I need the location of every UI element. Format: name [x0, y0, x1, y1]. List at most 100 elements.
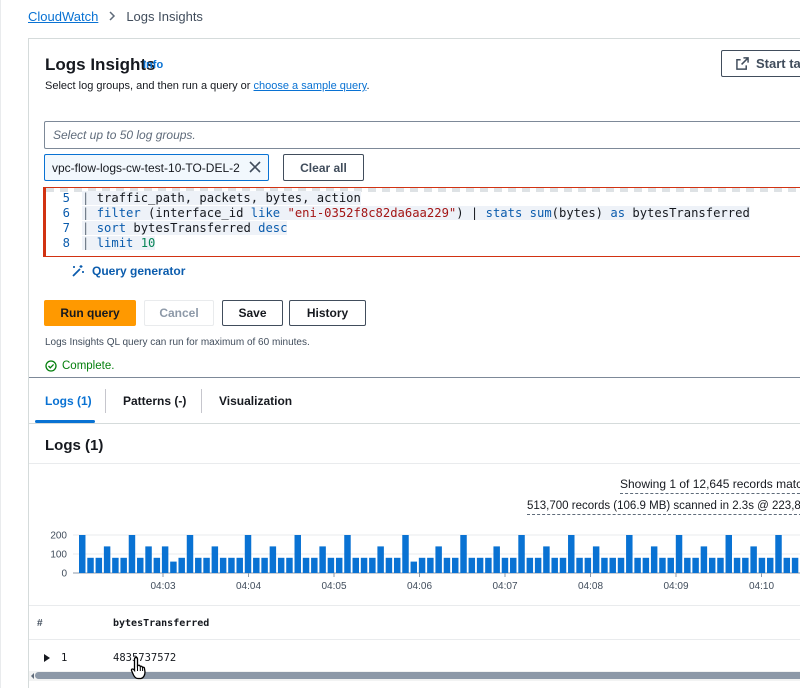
histogram-bar[interactable]	[526, 557, 534, 573]
histogram-bar[interactable]	[493, 546, 500, 573]
histogram-bar[interactable]	[733, 557, 741, 573]
histogram-bar[interactable]	[435, 546, 442, 573]
histogram-bar[interactable]	[791, 557, 799, 573]
histogram-bar[interactable]	[103, 546, 111, 573]
histogram-bar[interactable]	[302, 557, 310, 573]
records-scanned-text[interactable]: 513,700 records (106.9 MB) scanned in 2.…	[527, 500, 800, 512]
histogram-bar[interactable]	[485, 557, 492, 573]
histogram-bar[interactable]	[145, 546, 152, 573]
column-header-bytes-transferred[interactable]: bytesTransferred	[113, 618, 209, 629]
histogram-bar[interactable]	[476, 557, 484, 573]
cancel-button[interactable]: Cancel	[144, 300, 214, 326]
histogram-bar[interactable]	[609, 557, 616, 573]
histogram-bar[interactable]	[427, 557, 434, 573]
histogram-bar[interactable]	[195, 557, 202, 573]
histogram-bar[interactable]	[335, 557, 343, 573]
histogram-bar[interactable]	[725, 535, 732, 573]
info-link[interactable]: Info	[143, 59, 163, 71]
histogram-bar[interactable]	[128, 535, 136, 573]
histogram-bar[interactable]	[344, 535, 351, 573]
histogram-bar[interactable]	[708, 557, 716, 573]
histogram-bar[interactable]	[87, 557, 94, 573]
clear-all-button[interactable]: Clear all	[283, 154, 364, 181]
histogram-bar[interactable]	[186, 535, 194, 573]
log-group-select-input[interactable]: Select up to 50 log groups.	[44, 121, 800, 149]
histogram-bar[interactable]	[112, 557, 119, 573]
tab-logs[interactable]: Logs (1)	[45, 394, 92, 408]
histogram-bar[interactable]	[617, 557, 625, 573]
histogram-bar[interactable]	[650, 546, 658, 573]
histogram-bar[interactable]	[750, 546, 757, 573]
histogram-bar[interactable]	[758, 557, 766, 573]
run-query-button[interactable]: Run query	[44, 300, 136, 326]
breadcrumb-cloudwatch-link[interactable]: CloudWatch	[28, 9, 98, 24]
save-button[interactable]: Save	[222, 300, 283, 326]
tab-visualization[interactable]: Visualization	[219, 394, 292, 408]
sample-query-link[interactable]: choose a sample query	[254, 80, 367, 92]
histogram-bar[interactable]	[95, 557, 103, 573]
histogram-bar[interactable]	[153, 557, 161, 573]
histogram-bar[interactable]	[568, 535, 575, 573]
histogram-bar[interactable]	[410, 561, 418, 573]
histogram-bar[interactable]	[277, 557, 285, 573]
histogram-bar[interactable]	[418, 557, 426, 573]
history-button[interactable]: History	[289, 300, 366, 326]
histogram-bar[interactable]	[717, 557, 724, 573]
histogram-bar[interactable]	[170, 561, 177, 573]
histogram-bar[interactable]	[261, 557, 268, 573]
histogram-bar[interactable]	[360, 557, 368, 573]
histogram-bar[interactable]	[592, 546, 600, 573]
histogram-bar[interactable]	[161, 546, 169, 573]
query-generator-button[interactable]: Query generator	[71, 264, 185, 278]
histogram-bar[interactable]	[393, 557, 401, 573]
histogram-bar[interactable]	[369, 557, 376, 573]
histogram-bar[interactable]	[684, 557, 691, 573]
tab-patterns[interactable]: Patterns (-)	[123, 394, 186, 408]
start-tailing-button[interactable]: Start tai	[721, 50, 800, 77]
histogram-bar[interactable]	[228, 557, 235, 573]
histogram-bar[interactable]	[551, 557, 558, 573]
histogram-bar[interactable]	[452, 557, 459, 573]
histogram-bar[interactable]	[402, 535, 409, 573]
histogram-bar[interactable]	[311, 557, 318, 573]
histogram-bar[interactable]	[253, 557, 260, 573]
histogram-bar[interactable]	[518, 535, 525, 573]
histogram-bar[interactable]	[742, 557, 749, 573]
histogram-bar[interactable]	[269, 546, 277, 573]
histogram-bar[interactable]	[443, 557, 451, 573]
scrollbar-thumb[interactable]	[35, 672, 800, 679]
histogram-bar[interactable]	[137, 557, 144, 573]
histogram-bar[interactable]	[692, 557, 699, 573]
histogram-bar[interactable]	[385, 557, 393, 573]
histogram-bar[interactable]	[219, 557, 227, 573]
close-icon[interactable]	[249, 161, 261, 173]
histogram-bar[interactable]	[468, 557, 476, 573]
histogram-bar[interactable]	[766, 557, 774, 573]
histogram-bar[interactable]	[634, 557, 641, 573]
query-editor[interactable]: 5 | traffic_path, packets, bytes, action …	[43, 187, 800, 257]
histogram-bar[interactable]	[244, 535, 252, 573]
histogram-bar[interactable]	[601, 557, 608, 573]
histogram-bar[interactable]	[319, 546, 326, 573]
histogram-bar[interactable]	[286, 557, 293, 573]
histogram-bar[interactable]	[211, 546, 219, 573]
histogram-bar[interactable]	[576, 557, 583, 573]
histogram-bar[interactable]	[534, 557, 542, 573]
histogram-bar[interactable]	[626, 535, 633, 573]
histogram-bar[interactable]	[559, 557, 567, 573]
histogram-bar[interactable]	[783, 557, 791, 573]
histogram-bar[interactable]	[584, 557, 592, 573]
histogram-bar[interactable]	[510, 557, 517, 573]
histogram-bar[interactable]	[236, 557, 243, 573]
histogram-bar[interactable]	[79, 535, 86, 573]
histogram-bar[interactable]	[377, 546, 384, 573]
histogram-bar[interactable]	[178, 557, 185, 573]
histogram-bar[interactable]	[543, 546, 550, 573]
histogram-bar[interactable]	[659, 557, 666, 573]
histogram-bar[interactable]	[120, 557, 127, 573]
records-showing-text[interactable]: Showing 1 of 12,645 records matc	[620, 477, 800, 491]
histogram-bar[interactable]	[667, 557, 674, 573]
histogram-bar[interactable]	[294, 535, 301, 573]
histogram-bar[interactable]	[675, 535, 683, 573]
scroll-left-arrow-icon[interactable]	[29, 671, 36, 681]
